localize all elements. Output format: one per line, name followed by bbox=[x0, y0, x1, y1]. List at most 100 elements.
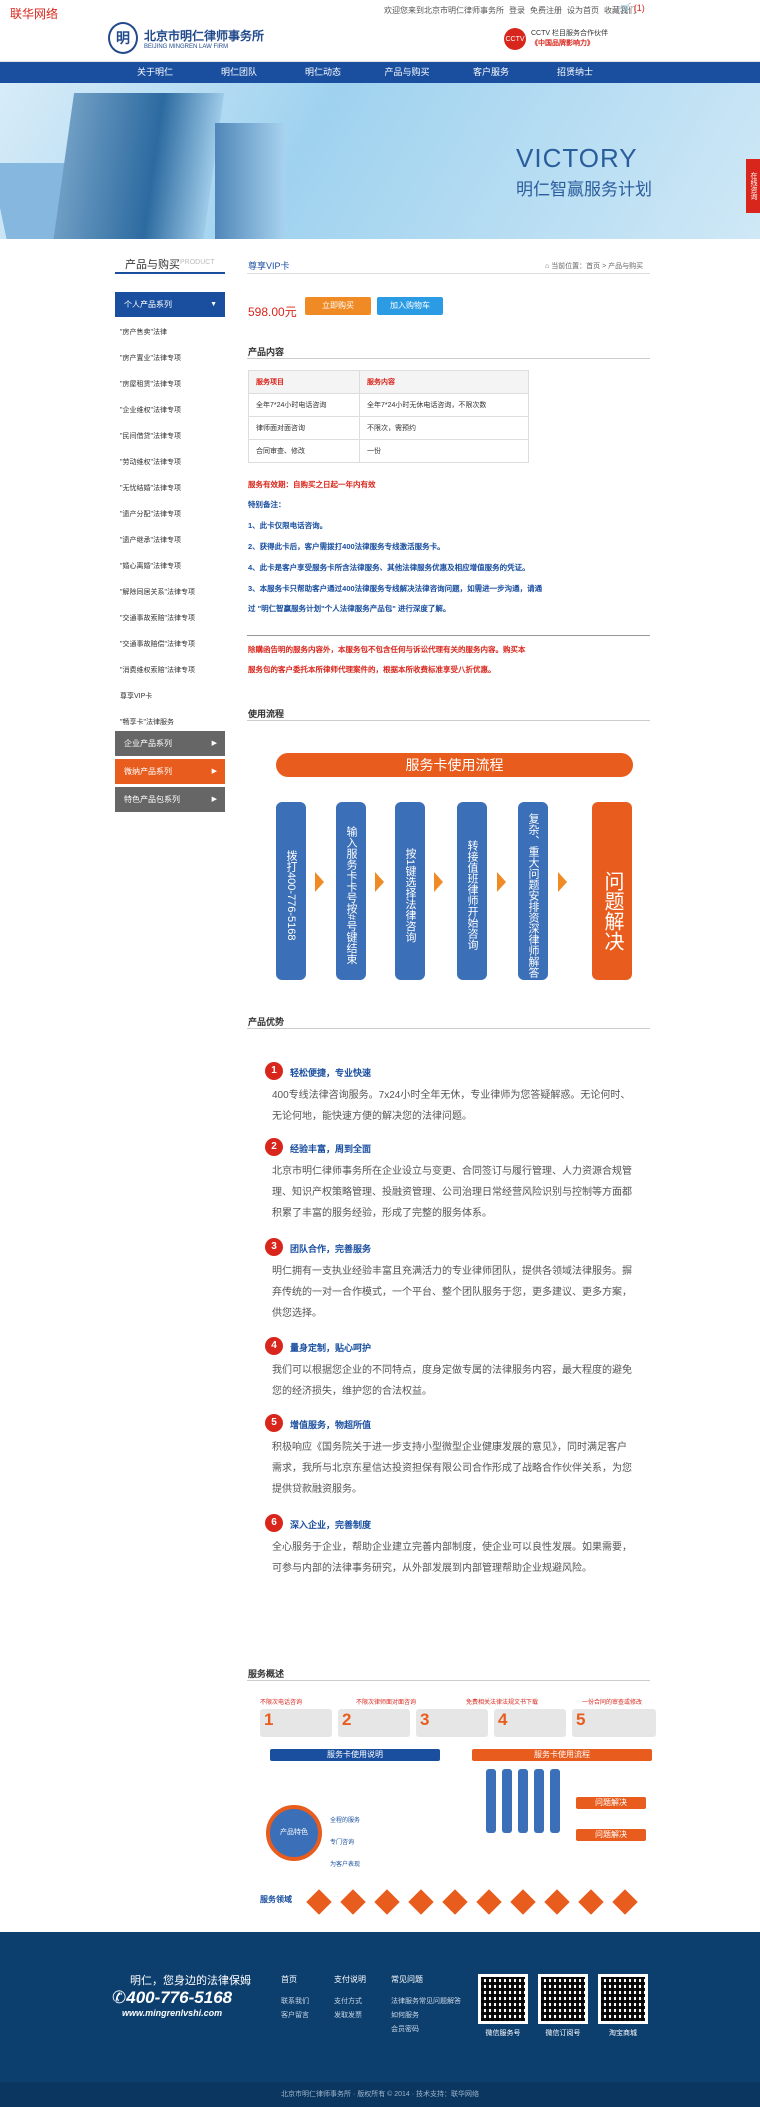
table-cell: 不限次，需预约 bbox=[359, 416, 529, 440]
cart-count: (1) bbox=[633, 3, 645, 13]
advantage-text: 明仁拥有一支执业经验丰富且充满活力的专业律师团队，提供各领域法律服务。摒弃传统的… bbox=[272, 1266, 632, 1319]
qr-code-image bbox=[598, 1974, 648, 2024]
note-item: 4、此卡是客户享受服务卡所含法律服务、其他法律服务优惠及相应增值服务的凭证。 bbox=[248, 563, 530, 572]
sidebar-subitem[interactable]: "解除同居关系"法律专项 bbox=[120, 587, 195, 597]
online-consult-tab[interactable]: 在线咨询 bbox=[746, 159, 760, 213]
footer-link[interactable]: 支付方式 bbox=[334, 1996, 362, 2006]
sidebar-subitem[interactable]: "民间借贷"法律专项 bbox=[120, 431, 181, 441]
section-title-overview: 服务概述 bbox=[248, 1669, 285, 1679]
sidebar-subitem[interactable]: "房屋租赁"法律专项 bbox=[120, 379, 181, 389]
advantage-number: 1 bbox=[265, 1062, 283, 1080]
banner-title: VICTORY bbox=[516, 143, 638, 173]
section-title-content: 产品内容 bbox=[248, 347, 285, 357]
logo[interactable]: 明 北京市明仁律师事务所 BEIJING MINGREN LAW FIRM bbox=[108, 22, 264, 54]
overview-pill bbox=[534, 1769, 544, 1833]
section-title-advantages: 产品优势 bbox=[248, 1017, 285, 1027]
divider bbox=[247, 720, 650, 721]
add-to-cart-button[interactable]: 加入购物车 bbox=[377, 297, 443, 315]
nav-news[interactable]: 明仁动态 bbox=[281, 62, 365, 83]
advantage-title: 团队合作，完善服务 bbox=[290, 1244, 372, 1254]
set-homepage-link[interactable]: 设为首页 bbox=[567, 5, 599, 16]
login-link[interactable]: 登录 bbox=[509, 5, 525, 16]
nav-about[interactable]: 关于明仁 bbox=[113, 62, 197, 83]
sidebar-subitem[interactable]: "消费维权索赔"法律专项 bbox=[120, 665, 195, 675]
cart-link[interactable]: 🛒 (1) bbox=[620, 3, 645, 14]
site-name[interactable]: 联华网络 bbox=[10, 5, 58, 22]
overview-pill bbox=[502, 1769, 512, 1833]
header: 明 北京市明仁律师事务所 BEIJING MINGREN LAW FIRM CC… bbox=[0, 22, 760, 62]
top-bar: 联华网络 欢迎您来到北京市明仁律师事务所 登录 免费注册 设为首页 收藏我们 🛒… bbox=[0, 0, 760, 22]
note-item: 3、本服务卡只帮助客户通过400法律服务专线解决法律咨询问题，如需进一步沟通，请… bbox=[248, 584, 543, 593]
footer-link[interactable]: 联系我们 bbox=[281, 1996, 309, 2006]
sidebar-subitem[interactable]: 尊享VIP卡 bbox=[120, 691, 152, 701]
sidebar-category-label: 微纳产品系列 bbox=[124, 767, 172, 776]
sidebar-subitem[interactable]: "遗产分配"法律专项 bbox=[120, 509, 181, 519]
divider bbox=[247, 1028, 650, 1029]
sidebar-title-en: PRODUCT bbox=[180, 259, 215, 266]
sidebar-subitem[interactable]: "房产置业"法律专项 bbox=[120, 353, 181, 363]
note-item: 过 "明仁智赢服务计划"个人法律服务产品包" 进行深度了解。 bbox=[248, 604, 451, 613]
footer-link[interactable]: 客户留言 bbox=[281, 2010, 309, 2020]
nav-careers[interactable]: 招贤纳士 bbox=[533, 62, 617, 83]
breadcrumb-text[interactable]: 当前位置：首页 > 产品与购买 bbox=[551, 263, 643, 270]
nav-team[interactable]: 明仁团队 bbox=[197, 62, 281, 83]
footer-link[interactable]: 会员密码 bbox=[391, 2024, 419, 2034]
validity-note: 服务有效期：自购买之日起一年内有效 bbox=[248, 480, 376, 489]
service-table: 服务项目 服务内容 全年7*24小时电话咨询 全年7*24小时无休电话咨询，不限… bbox=[248, 370, 529, 463]
footer-link[interactable]: 发取发票 bbox=[334, 2010, 362, 2020]
sidebar-subitem[interactable]: "劳动维权"法律专项 bbox=[120, 457, 181, 467]
footer-url[interactable]: www.mingrenlvshi.com bbox=[122, 2008, 222, 2018]
overview-step: 4 bbox=[494, 1709, 566, 1737]
sidebar-category-special[interactable]: 特色产品包系列 ▶ bbox=[115, 787, 225, 812]
sidebar-subitem[interactable]: "交通事故赔偿"法律专项 bbox=[120, 639, 195, 649]
sidebar-subitem[interactable]: "遗产继承"法律专项 bbox=[120, 535, 181, 545]
sidebar-subitem[interactable]: "企业维权"法律专项 bbox=[120, 405, 181, 415]
welcome-text: 欢迎您来到北京市明仁律师事务所 bbox=[384, 6, 504, 15]
logo-en: BEIJING MINGREN LAW FIRM bbox=[144, 43, 229, 50]
sidebar-category-enterprise[interactable]: 企业产品系列 ▶ bbox=[115, 731, 225, 756]
nav-service[interactable]: 客户服务 bbox=[449, 62, 533, 83]
sidebar-category-personal[interactable]: 个人产品系列 ▼ bbox=[115, 292, 225, 317]
divider bbox=[247, 358, 650, 359]
arrow-right-icon bbox=[315, 872, 324, 892]
overview-step: 3 bbox=[416, 1709, 488, 1737]
advantage-text: 积极响应《国务院关于进一步支持小型微型企业健康发展的意见》，同时满足客户需求，我… bbox=[272, 1442, 632, 1495]
domain-icon bbox=[442, 1889, 468, 1915]
footer-col-head[interactable]: 支付说明 bbox=[334, 1974, 366, 1985]
advantage-number: 3 bbox=[265, 1238, 283, 1256]
nav-products[interactable]: 产品与购买 bbox=[365, 62, 449, 83]
sidebar-category-label: 特色产品包系列 bbox=[124, 795, 180, 804]
advantage-title: 轻松便捷，专业快速 bbox=[290, 1068, 372, 1078]
footer-link[interactable]: 法律服务常见问题解答 bbox=[391, 1996, 461, 2006]
sidebar-subitem[interactable]: "房产售卖"法律 bbox=[120, 327, 167, 337]
sidebar-subitem[interactable]: "交通事故索赔"法律专项 bbox=[120, 613, 195, 623]
divider bbox=[115, 272, 225, 274]
register-link[interactable]: 免费注册 bbox=[530, 5, 562, 16]
overview-tab: 不限次电话咨询 bbox=[260, 1700, 303, 1706]
sidebar-subitem[interactable]: "畅享卡"法律服务 bbox=[120, 717, 174, 727]
partner-line-2: 《中国品牌影响力》 bbox=[531, 40, 594, 47]
advantage-number: 5 bbox=[265, 1414, 283, 1432]
footer-phone: ✆400-776-5168 bbox=[112, 1988, 232, 2008]
cctv-logo-icon: CCTV bbox=[504, 28, 526, 50]
footer-col-head[interactable]: 常见问题 bbox=[391, 1974, 423, 1985]
sidebar-subitem[interactable]: "无忧结婚"法律专项 bbox=[120, 483, 181, 493]
qr-code-image bbox=[478, 1974, 528, 2024]
footer-col-head[interactable]: 首页 bbox=[281, 1974, 297, 1985]
building-image bbox=[215, 123, 285, 239]
sidebar-subitem[interactable]: "婚心离婚"法律专项 bbox=[120, 561, 181, 571]
qr-label: 微信订阅号 bbox=[545, 2030, 581, 2037]
top-links: 欢迎您来到北京市明仁律师事务所 登录 免费注册 设为首页 收藏我们 bbox=[384, 5, 636, 16]
buy-now-button[interactable]: 立即购买 bbox=[305, 297, 371, 315]
logo-mark-icon: 明 bbox=[108, 22, 138, 54]
overview-item: 专门咨询 bbox=[330, 1840, 355, 1846]
footer-slogan: 明仁，您身边的法律保姆 bbox=[130, 1975, 251, 1987]
footer-link[interactable]: 如何服务 bbox=[391, 2010, 419, 2020]
table-header-row: 服务项目 服务内容 bbox=[248, 370, 529, 394]
sidebar-title: 产品与购买 bbox=[125, 259, 180, 271]
sidebar-category-micro[interactable]: 微纳产品系列 ▶ bbox=[115, 759, 225, 784]
hero-banner: VICTORY 明仁智赢服务计划 在线咨询 bbox=[0, 83, 760, 239]
overview-circle: 产品特色 bbox=[266, 1805, 322, 1861]
disclaimer-line: 服务包的客户委托本所律师代理案件的，根据本所收费标准享受八折优惠。 bbox=[248, 665, 496, 674]
advantage-text: 我们可以根据您企业的不同特点，度身定做专属的法律服务内容，最大程度的避免您的经济… bbox=[272, 1365, 632, 1397]
